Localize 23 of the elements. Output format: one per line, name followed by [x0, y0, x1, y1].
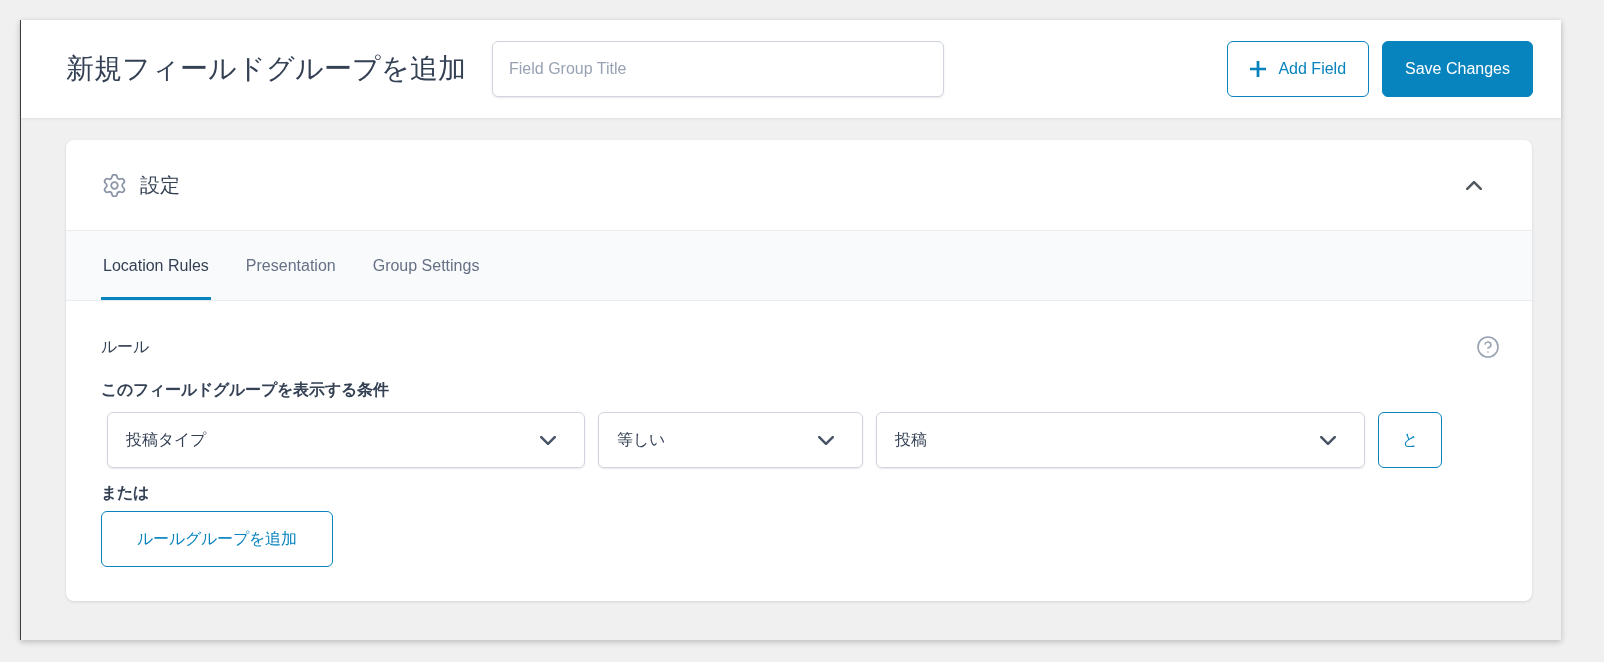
page-title: 新規フィールドグループを追加	[66, 52, 466, 86]
chevron-down-icon	[540, 435, 556, 445]
chevron-down-icon	[818, 435, 834, 445]
add-rule-group-button[interactable]: ルールグループを追加	[101, 511, 333, 567]
and-button[interactable]: と	[1378, 412, 1442, 468]
rules-heading: このフィールドグループを表示する条件	[101, 380, 390, 400]
select-field[interactable]: 投稿	[876, 412, 1365, 468]
or-label: または	[101, 483, 150, 503]
save-button[interactable]: Save Changes	[1382, 41, 1533, 97]
select-field[interactable]: 投稿タイプ	[107, 412, 585, 468]
plus-icon	[1250, 61, 1267, 77]
card-title: 設定	[140, 172, 180, 198]
help-icon[interactable]	[1477, 336, 1499, 358]
settings-icon	[103, 173, 126, 197]
chevron-down-icon	[1320, 435, 1336, 445]
tab[interactable]: Location Rules	[101, 231, 211, 300]
select-field[interactable]: 等しい	[598, 412, 863, 468]
tab[interactable]: Presentation	[243, 231, 338, 300]
collapse-icon[interactable]	[1466, 180, 1482, 190]
add-field-button[interactable]: Add Field	[1227, 41, 1370, 97]
title-input-field[interactable]: Field Group Title	[492, 41, 944, 97]
tab[interactable]: Group Settings	[370, 231, 482, 300]
rules-label: ルール	[101, 336, 149, 357]
